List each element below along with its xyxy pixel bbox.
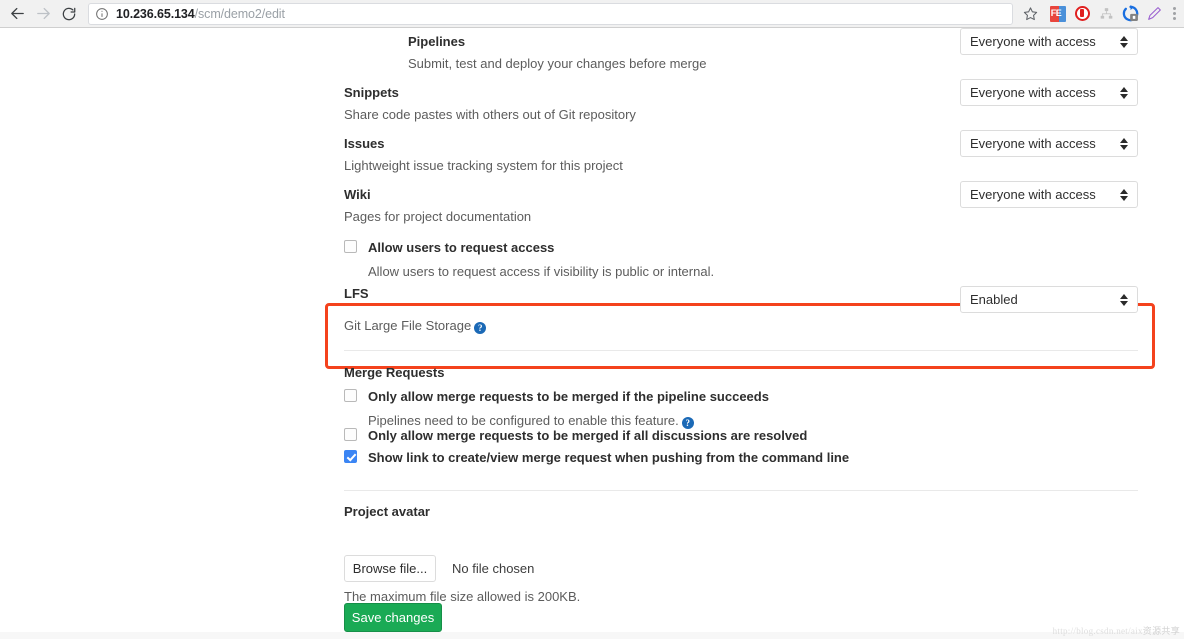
ext-fe-icon: FE <box>1050 5 1066 22</box>
mr-option-label: Only allow merge requests to be merged i… <box>368 389 769 404</box>
select-value: Everyone with access <box>970 136 1096 151</box>
browse-file-button[interactable]: Browse file... <box>344 555 436 582</box>
select-value: Everyone with access <box>970 34 1096 49</box>
mr-option-discussions-resolved: Only allow merge requests to be merged i… <box>344 427 1138 445</box>
chevron-updown-icon <box>1120 35 1128 48</box>
forward-button[interactable] <box>30 1 56 27</box>
request-access-description: Allow users to request access if visibil… <box>368 264 715 279</box>
extension-pen-button[interactable] <box>1143 3 1165 25</box>
select-snippets-visibility[interactable]: Everyone with access <box>960 79 1138 106</box>
feature-description: Pages for project documentation <box>344 209 532 224</box>
extension-sync-button[interactable] <box>1119 3 1141 25</box>
select-lfs-state[interactable]: Enabled <box>960 286 1138 313</box>
ext-sync-icon <box>1122 5 1138 22</box>
feature-label-wiki: Wiki Pages for project documentation <box>344 188 531 223</box>
lfs-description-text: Git Large File Storage <box>344 318 472 333</box>
feature-title: Issues <box>344 136 385 151</box>
address-bar[interactable]: 10.236.65.134/scm/demo2/edit <box>88 2 1013 25</box>
feature-title: Snippets <box>344 85 399 100</box>
browser-toolbar: 10.236.65.134/scm/demo2/edit FE <box>0 0 1184 28</box>
reload-button[interactable] <box>56 1 82 27</box>
section-title-project-avatar: Project avatar <box>344 504 430 519</box>
ext-shield-icon <box>1074 6 1090 21</box>
max-file-size-hint: The maximum file size allowed is 200KB. <box>344 589 581 604</box>
feature-description: Share code pastes with others out of Git… <box>344 107 636 122</box>
back-arrow-icon <box>10 7 24 20</box>
mr-option-label: Only allow merge requests to be merged i… <box>368 428 808 443</box>
checkbox-show-link[interactable] <box>344 450 357 463</box>
back-button[interactable] <box>4 1 30 27</box>
lfs-title: LFS <box>344 286 369 301</box>
mr-option-pipeline-succeeds: Only allow merge requests to be merged i… <box>344 388 1138 429</box>
forward-arrow-icon <box>36 7 50 20</box>
feature-description: Lightweight issue tracking system for th… <box>344 158 623 173</box>
checkbox-allow-request-access[interactable] <box>344 240 357 253</box>
chevron-updown-icon <box>1120 86 1128 99</box>
reload-icon <box>62 7 76 20</box>
feature-description: Submit, test and deploy your changes bef… <box>408 56 707 71</box>
select-value: Enabled <box>970 292 1018 307</box>
select-pipelines-visibility[interactable]: Everyone with access <box>960 28 1138 55</box>
feature-label-pipelines: Pipelines Submit, test and deploy your c… <box>408 35 706 70</box>
url-path: /scm/demo2/edit <box>194 6 285 21</box>
mr-option-label: Show link to create/view merge request w… <box>368 450 850 465</box>
ext-gray-org-icon <box>1100 7 1112 19</box>
ext-fe-label: FE <box>1050 8 1062 18</box>
select-issues-visibility[interactable]: Everyone with access <box>960 130 1138 157</box>
kebab-menu-icon <box>1172 7 1176 10</box>
checkbox-pipeline-succeeds[interactable] <box>344 389 357 402</box>
mr-option-show-link: Show link to create/view merge request w… <box>344 449 1138 467</box>
project-settings-page: Pipelines Submit, test and deploy your c… <box>0 28 1184 639</box>
select-value: Everyone with access <box>970 187 1096 202</box>
url-text: 10.236.65.134/scm/demo2/edit <box>116 7 285 21</box>
divider-merge-requests <box>344 350 1138 351</box>
feature-label-snippets: Snippets Share code pastes with others o… <box>344 86 636 121</box>
watermark-url: http://blog.csdn.net/aix <box>1052 626 1143 636</box>
star-icon <box>1023 7 1037 21</box>
checkbox-discussions-resolved[interactable] <box>344 428 357 441</box>
save-changes-button[interactable]: Save changes <box>344 603 442 632</box>
feature-label-issues: Issues Lightweight issue tracking system… <box>344 137 623 172</box>
request-access-label: Allow users to request access <box>368 240 555 255</box>
divider-project-avatar <box>344 490 1138 491</box>
chevron-updown-icon <box>1120 137 1128 150</box>
ext-pen-icon <box>1148 6 1161 20</box>
chevron-updown-icon <box>1120 188 1128 201</box>
feature-title: Wiki <box>344 187 371 202</box>
extension-fe-button[interactable]: FE <box>1047 3 1069 25</box>
url-host: 10.236.65.134 <box>116 6 195 21</box>
watermark: http://blog.csdn.net/aix资源共享 <box>1053 624 1180 637</box>
no-file-chosen-text: No file chosen <box>452 561 535 576</box>
bookmark-star-button[interactable] <box>1019 3 1041 25</box>
feature-row-snippets: Snippets Share code pastes with others o… <box>344 79 1138 130</box>
browser-menu-button[interactable] <box>1167 6 1181 22</box>
lfs-description: Git Large File Storage? <box>344 318 487 334</box>
feature-row-wiki: Wiki Pages for project documentation Eve… <box>344 181 1138 232</box>
select-value: Everyone with access <box>970 85 1096 100</box>
watermark-suffix: 资源共享 <box>1142 627 1180 637</box>
request-access-row: Allow users to request access Allow user… <box>344 239 1138 278</box>
lfs-label-group: LFS Git Large File Storage? <box>344 286 487 334</box>
section-title-merge-requests: Merge Requests <box>344 365 445 380</box>
feature-row-issues: Issues Lightweight issue tracking system… <box>344 130 1138 181</box>
select-wiki-visibility[interactable]: Everyone with access <box>960 181 1138 208</box>
extension-org-button[interactable] <box>1095 3 1117 25</box>
feature-row-pipelines: Pipelines Submit, test and deploy your c… <box>344 28 1138 79</box>
feature-title: Pipelines <box>408 34 466 49</box>
help-circle-icon[interactable]: ? <box>474 322 487 334</box>
info-circle-icon[interactable] <box>95 7 109 21</box>
chevron-updown-icon <box>1120 293 1128 306</box>
extension-shield-button[interactable] <box>1071 3 1093 25</box>
mr-option-sub-text: Pipelines need to be configured to enabl… <box>368 413 679 428</box>
page-bottom-strip <box>0 632 1184 639</box>
